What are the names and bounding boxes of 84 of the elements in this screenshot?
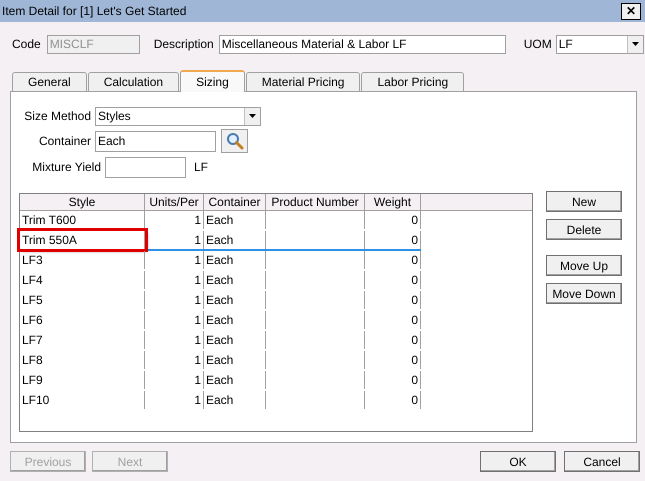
table-cell: Each <box>204 291 266 309</box>
field-label: Mixture Yield <box>31 159 101 176</box>
field-label: Size Method <box>23 108 91 125</box>
table-cell: 1 <box>145 351 204 369</box>
container-field[interactable]: Each <box>95 130 216 152</box>
table-cell: LF3 <box>20 251 145 269</box>
table-cell: 1 <box>145 291 204 309</box>
table-cell: 0 <box>365 251 421 269</box>
column-header[interactable]: Weight <box>365 194 421 210</box>
table-cell: Each <box>204 271 266 289</box>
table-cell: 0 <box>365 311 421 329</box>
unit-label: LF <box>194 159 208 176</box>
column-header[interactable]: Style <box>20 194 145 210</box>
search-icon <box>226 132 244 150</box>
tab[interactable]: Sizing <box>180 70 245 92</box>
dialog-button[interactable]: New <box>546 191 622 212</box>
table-cell: LF10 <box>20 391 145 409</box>
tab[interactable]: Material Pricing <box>246 72 360 91</box>
dropdown-arrow-icon[interactable] <box>632 42 639 46</box>
column-header[interactable]: Units/Per <box>145 194 204 210</box>
table-cell: 0 <box>365 291 421 309</box>
table-cell: 1 <box>145 251 204 269</box>
tab[interactable]: General <box>12 72 87 91</box>
field-label: UOM <box>524 36 552 53</box>
field-label: Container <box>38 133 91 150</box>
table-row[interactable]: LF9 1 Each 0 <box>20 371 421 391</box>
table-cell: Each <box>204 211 266 229</box>
table-cell: 0 <box>365 271 421 289</box>
table-cell: Each <box>204 371 266 389</box>
table-row[interactable]: LF8 1 Each 0 <box>20 351 421 371</box>
table-row[interactable]: LF5 1 Each 0 <box>20 291 421 311</box>
table-cell: Trim T600 <box>20 211 145 229</box>
column-header[interactable]: Product Number <box>266 194 365 210</box>
tab[interactable]: Labor Pricing <box>361 72 464 91</box>
table-cell: LF8 <box>20 351 145 369</box>
table-row[interactable]: Trim 550A 1 Each 0 <box>20 231 421 251</box>
window-title: Item Detail for [1] Let's Get Started <box>2 3 186 20</box>
field-label: Code <box>12 36 41 53</box>
tab[interactable]: Calculation <box>88 72 180 91</box>
dialog-button[interactable]: Cancel <box>564 451 640 472</box>
description-field[interactable]: Miscellaneous Material & Labor LF <box>218 34 506 54</box>
table-cell: LF4 <box>20 271 145 289</box>
dropdown-arrow-icon[interactable] <box>249 114 256 118</box>
table-cell: 0 <box>365 231 421 249</box>
close-button[interactable]: ✕ <box>621 2 641 20</box>
table-cell: Each <box>204 331 266 349</box>
table-cell: Each <box>204 391 266 409</box>
table-cell: LF7 <box>20 331 145 349</box>
table-cell: 1 <box>145 271 204 289</box>
table-cell: LF6 <box>20 311 145 329</box>
table-cell: Each <box>204 311 266 329</box>
table-cell: 0 <box>365 211 421 229</box>
table-cell: 0 <box>365 371 421 389</box>
dialog-button[interactable]: Move Down <box>546 283 622 304</box>
dialog-button[interactable]: OK <box>480 451 556 472</box>
table-cell: 0 <box>365 391 421 409</box>
column-header[interactable]: Container <box>204 194 266 210</box>
table-cell: 1 <box>145 211 204 229</box>
table-cell: LF9 <box>20 371 145 389</box>
table-row[interactable]: LF4 1 Each 0 <box>20 271 421 291</box>
table-cell: 1 <box>145 231 204 249</box>
table-cell: Each <box>204 251 266 269</box>
dialog-button[interactable]: Delete <box>546 219 622 240</box>
table-row[interactable]: LF6 1 Each 0 <box>20 311 421 331</box>
uom-dropdown[interactable]: LF <box>556 34 644 54</box>
table-cell: 1 <box>145 371 204 389</box>
table-row[interactable]: Trim T600 1 Each 0 <box>20 211 421 231</box>
table-row[interactable]: LF3 1 Each 0 <box>20 251 421 271</box>
table-cell: 0 <box>365 351 421 369</box>
table-row[interactable]: LF7 1 Each 0 <box>20 331 421 351</box>
table-cell: 0 <box>365 331 421 349</box>
table-cell: Each <box>204 351 266 369</box>
table-cell: 1 <box>145 331 204 349</box>
table-cell: LF5 <box>20 291 145 309</box>
table-cell: Each <box>204 231 266 249</box>
field-label: Description <box>154 36 214 53</box>
search-button[interactable] <box>221 129 248 153</box>
table-cell: Trim 550A <box>20 231 145 249</box>
dialog-button[interactable]: Move Up <box>546 255 622 276</box>
table-cell: 1 <box>145 311 204 329</box>
size-method-dropdown[interactable]: Styles <box>95 106 261 126</box>
table-row[interactable]: LF10 1 Each 0 <box>20 391 421 411</box>
mixture-yield-field[interactable] <box>105 156 186 178</box>
table-cell: 1 <box>145 391 204 409</box>
